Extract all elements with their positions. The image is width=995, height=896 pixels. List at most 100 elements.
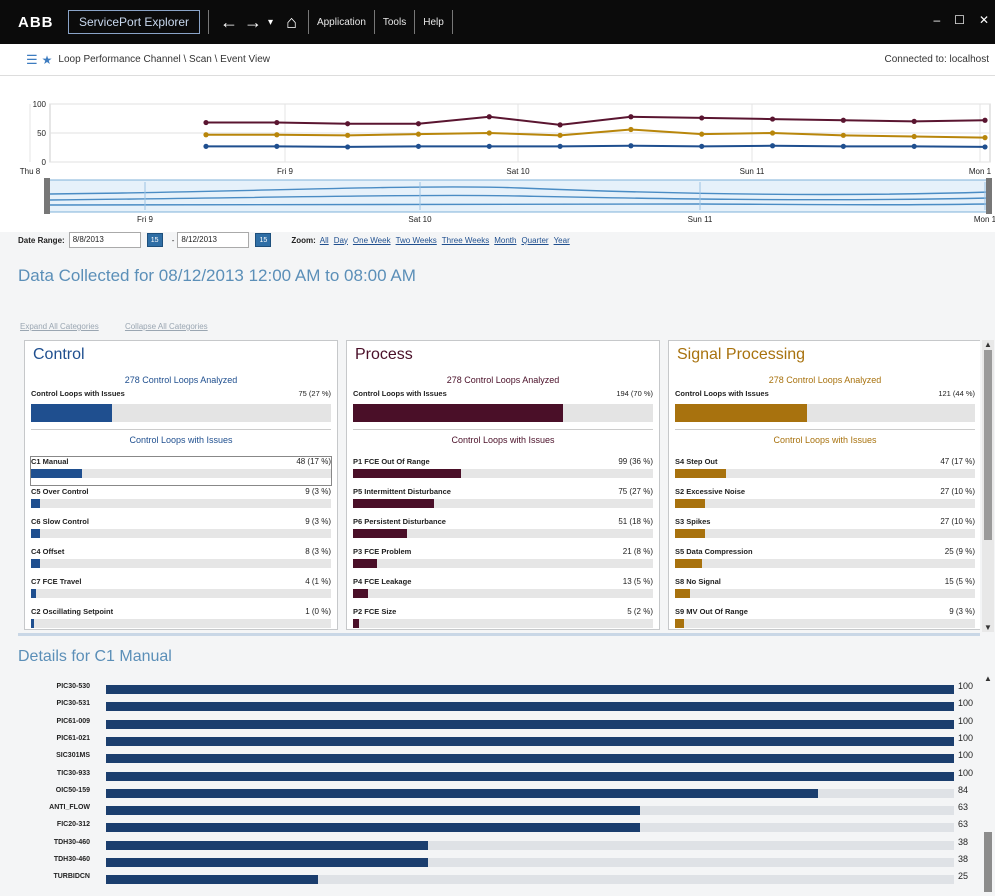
expand-all-link[interactable]: Expand All Categories bbox=[20, 322, 99, 331]
issues-bar-track bbox=[31, 404, 331, 422]
issue-row[interactable]: S4 Step Out 47 (17 %) bbox=[675, 457, 975, 485]
panels-scrollbar[interactable]: ▲ ▼ bbox=[982, 340, 994, 632]
detail-bar-track bbox=[106, 736, 954, 746]
menu-help[interactable]: Help bbox=[423, 17, 444, 28]
zoom-one-week-link[interactable]: One Week bbox=[353, 236, 391, 245]
series-point bbox=[486, 114, 492, 120]
favorite-star-icon[interactable]: ★ bbox=[42, 53, 53, 67]
detail-row[interactable]: TURBIDCN 25 bbox=[0, 870, 980, 886]
detail-label: PIC30-531 bbox=[56, 700, 90, 708]
zoom-all-link[interactable]: All bbox=[320, 236, 329, 245]
calendar-icon[interactable]: 15 bbox=[146, 233, 163, 247]
menu-tools[interactable]: Tools bbox=[383, 17, 406, 28]
series-point bbox=[345, 121, 351, 127]
zoom-quarter-link[interactable]: Quarter bbox=[521, 236, 548, 245]
detail-row[interactable]: OIC50-159 84 bbox=[0, 784, 980, 800]
zoom-three-weeks-link[interactable]: Three Weeks bbox=[442, 236, 489, 245]
scroll-up-icon[interactable]: ▲ bbox=[984, 340, 992, 349]
date-to-field[interactable]: 8/12/2013 bbox=[177, 232, 250, 248]
issue-row[interactable]: P1 FCE Out Of Range 99 (36 %) bbox=[353, 457, 653, 485]
issue-row[interactable]: C2 Oscillating Setpoint 1 (0 %) bbox=[31, 607, 331, 632]
series-point bbox=[345, 132, 351, 138]
details-scrollbar[interactable]: ▲ bbox=[982, 672, 994, 896]
minimize-button[interactable]: – bbox=[933, 13, 940, 27]
menu-application[interactable]: Application bbox=[317, 17, 366, 28]
panel-control: Control 278 Control Loops Analyzed Contr… bbox=[24, 340, 338, 630]
zoom-two-weeks-link[interactable]: Two Weeks bbox=[396, 236, 437, 245]
detail-bar bbox=[106, 858, 429, 867]
detail-row[interactable]: SIC301MS 100 bbox=[0, 749, 980, 765]
issues-bar bbox=[31, 404, 112, 422]
issue-row[interactable]: S8 No Signal 15 (5 %) bbox=[675, 577, 975, 605]
series-point bbox=[203, 143, 209, 149]
breadcrumb: Loop Performance Channel \ Scan \ Event … bbox=[58, 54, 271, 65]
issue-row[interactable]: P4 FCE Leakage 13 (5 %) bbox=[353, 577, 653, 605]
series-point bbox=[840, 143, 846, 149]
detail-row[interactable]: PIC61-021 100 bbox=[0, 732, 980, 748]
issue-value: 47 (17 %) bbox=[940, 457, 975, 466]
back-arrow-icon[interactable]: ← bbox=[220, 12, 238, 33]
details-heading: Details for C1 Manual bbox=[18, 648, 172, 665]
scrollbar-thumb[interactable] bbox=[984, 350, 992, 540]
detail-row[interactable]: FIC20-312 63 bbox=[0, 818, 980, 834]
issue-row[interactable]: P6 Persistent Disturbance 51 (18 %) bbox=[353, 517, 653, 545]
issue-value: 9 (3 %) bbox=[305, 517, 331, 526]
detail-value: 100 bbox=[958, 767, 974, 778]
navigator-handle-right[interactable] bbox=[986, 178, 992, 214]
issue-row[interactable]: C4 Offset 8 (3 %) bbox=[31, 547, 331, 575]
issue-row[interactable]: S2 Excessive Noise 27 (10 %) bbox=[675, 487, 975, 515]
issue-bar-track bbox=[675, 619, 975, 628]
issue-value: 99 (36 %) bbox=[618, 457, 653, 466]
panel-title: Control bbox=[33, 346, 85, 363]
detail-row[interactable]: TDH30-460 38 bbox=[0, 836, 980, 852]
zoom-year-link[interactable]: Year bbox=[554, 236, 570, 245]
issue-row[interactable]: C1 Manual 48 (17 %) bbox=[30, 456, 332, 486]
navigator-label: Fri 9 bbox=[137, 215, 154, 224]
detail-row[interactable]: PIC61-009 100 bbox=[0, 715, 980, 731]
zoom-day-link[interactable]: Day bbox=[334, 236, 348, 245]
title-bar: ABB ServicePort Explorer ← → ▾ ⌂ Applica… bbox=[0, 0, 995, 44]
issue-row[interactable]: S9 MV Out Of Range 9 (3 %) bbox=[675, 607, 975, 632]
issue-row[interactable]: S5 Data Compression 25 (9 %) bbox=[675, 547, 975, 575]
issue-bar bbox=[31, 469, 82, 478]
close-button[interactable]: ✕ bbox=[979, 13, 989, 27]
issue-bar bbox=[353, 499, 434, 508]
detail-row[interactable]: ANTI_FLOW 63 bbox=[0, 801, 980, 817]
issues-bar bbox=[353, 404, 563, 422]
issue-row[interactable]: P2 FCE Size 5 (2 %) bbox=[353, 607, 653, 632]
scrollbar-thumb[interactable] bbox=[984, 832, 992, 892]
panel-splitter[interactable] bbox=[18, 633, 980, 636]
issue-bar-track bbox=[31, 499, 331, 508]
panel-process: Process 278 Control Loops Analyzed Contr… bbox=[346, 340, 660, 630]
y-tick-label: 50 bbox=[37, 129, 46, 138]
scroll-down-icon[interactable]: ▼ bbox=[984, 623, 992, 632]
home-icon[interactable]: ⌂ bbox=[286, 12, 297, 33]
issue-row[interactable]: P5 Intermittent Disturbance 75 (27 %) bbox=[353, 487, 653, 515]
maximize-button[interactable]: ☐ bbox=[954, 13, 965, 27]
navigator-handle-left[interactable] bbox=[44, 178, 50, 214]
issue-row[interactable]: C5 Over Control 9 (3 %) bbox=[31, 487, 331, 515]
collapse-all-link[interactable]: Collapse All Categories bbox=[125, 322, 208, 331]
detail-bar bbox=[106, 806, 641, 816]
detail-row[interactable]: PIC30-531 100 bbox=[0, 697, 980, 713]
zoom-month-link[interactable]: Month bbox=[494, 236, 516, 245]
calendar-icon[interactable]: 15 bbox=[255, 233, 272, 247]
date-from-field[interactable]: 8/8/2013 bbox=[68, 232, 141, 248]
series-point bbox=[203, 119, 209, 126]
x-tick-label: Thu 8 bbox=[20, 167, 41, 176]
issue-row[interactable]: S3 Spikes 27 (10 %) bbox=[675, 517, 975, 545]
forward-arrow-icon[interactable]: → bbox=[244, 12, 262, 33]
issue-bar-track bbox=[675, 529, 975, 538]
detail-row[interactable]: TIC30-933 100 bbox=[0, 767, 980, 783]
series-point bbox=[203, 132, 209, 138]
issue-bar bbox=[675, 529, 705, 538]
scroll-up-icon[interactable]: ▲ bbox=[984, 674, 992, 683]
sub-header: Control Loops with Issues bbox=[451, 435, 555, 445]
detail-row[interactable]: PIC30-530 100 bbox=[0, 680, 980, 696]
issue-row[interactable]: P3 FCE Problem 21 (8 %) bbox=[353, 547, 653, 575]
detail-row[interactable]: TDH30-460 38 bbox=[0, 853, 980, 869]
issue-row[interactable]: C7 FCE Travel 4 (1 %) bbox=[31, 577, 331, 605]
hamburger-menu-icon[interactable]: ☰ bbox=[26, 52, 38, 68]
chevron-down-icon[interactable]: ▾ bbox=[268, 17, 273, 28]
issue-row[interactable]: C6 Slow Control 9 (3 %) bbox=[31, 517, 331, 545]
